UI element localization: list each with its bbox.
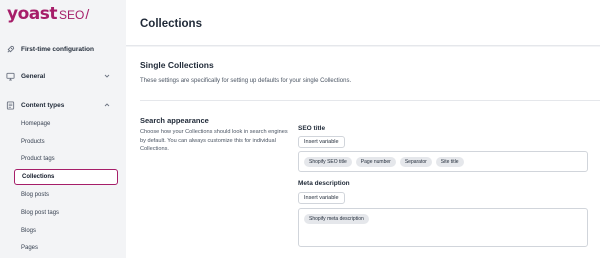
sidebar-item-content-types[interactable]: Content types [6,101,118,110]
button-label: Insert variable [304,139,339,145]
meta-description-label: Meta description [298,180,350,187]
search-appearance-description: Choose how your Collections should look … [140,129,288,152]
desktop-icon [6,72,15,81]
variable-chip: Page number [355,157,396,167]
sidebar-subitem-label: Collections [22,174,55,180]
logo-brand: yoast [7,4,57,24]
sidebar-item-label: First-time configuration [21,46,94,53]
sidebar: yoast SEO / First-time configuration Gen… [0,0,126,258]
logo-slash: / [85,6,90,22]
sidebar-item-first-time-configuration[interactable]: First-time configuration [6,45,94,54]
chevron-up-icon [104,102,110,108]
section-divider [140,100,600,101]
sidebar-subitem-collections[interactable]: Collections [14,169,118,185]
sidebar-subitem-product-tags[interactable]: Product tags [14,151,118,167]
rocket-icon [6,45,15,54]
sidebar-subitem-homepage[interactable]: Homepage [14,116,118,132]
sidebar-subitem-label: Blogs [21,228,37,234]
chevron-down-icon [104,73,110,79]
document-icon [6,101,15,110]
main-content: Single Collections These settings are sp… [126,47,600,258]
meta-description-insert-variable-button[interactable]: Insert variable [298,192,345,204]
section-description: These settings are specifically for sett… [140,78,352,84]
sidebar-subitem-products[interactable]: Products [14,134,118,150]
sidebar-item-general[interactable]: General [6,72,118,81]
seo-title-label: SEO title [298,125,326,132]
sidebar-item-label: Content types [21,102,65,109]
sidebar-subitem-label: Homepage [21,121,51,127]
sidebar-subitem-blog-post-tags[interactable]: Blog post tags [14,205,118,221]
sidebar-subitem-label: Blog post tags [21,210,60,216]
logo-product: SEO [58,8,85,22]
sidebar-subitem-pages[interactable]: Pages [14,240,118,256]
yoast-seo-logo[interactable]: yoast SEO / [7,4,89,24]
meta-description-input[interactable]: Shopify meta description [298,208,588,247]
sidebar-subitem-label: Blog posts [21,192,50,198]
seo-title-input[interactable]: Shopify SEO title Page number Separator … [298,151,588,172]
sidebar-subitem-blogs[interactable]: Blogs [14,223,118,239]
section-title: Single Collections [140,60,214,70]
seo-title-insert-variable-button[interactable]: Insert variable [298,136,345,148]
sidebar-subitem-label: Pages [21,245,39,251]
page-title: Collections [140,18,202,30]
variable-chip: Shopify SEO title [304,157,352,167]
variable-chip: Separator [399,157,432,167]
sidebar-item-label: General [21,73,46,80]
button-label: Insert variable [304,195,339,201]
search-appearance-title: Search appearance [140,116,209,125]
page-header: Collections [126,0,600,46]
variable-chip: Site title [435,157,464,167]
meta-description-variables: Shopify meta description [304,214,369,224]
sidebar-subitem-label: Product tags [21,156,55,162]
seo-title-variables: Shopify SEO title Page number Separator … [304,157,464,167]
sidebar-subitem-label: Products [21,139,45,145]
variable-chip: Shopify meta description [304,214,369,224]
sidebar-subitem-blog-posts[interactable]: Blog posts [14,187,118,203]
